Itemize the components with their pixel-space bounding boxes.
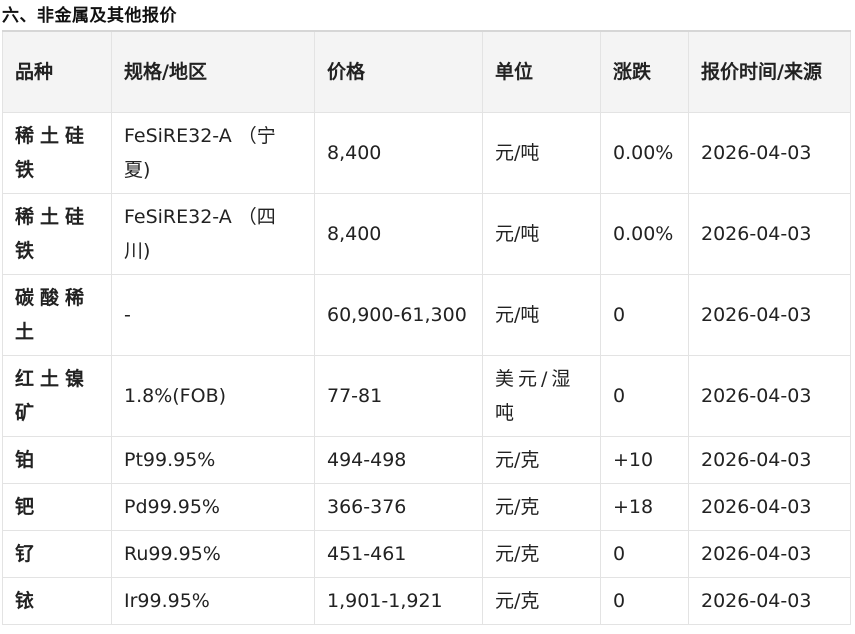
date-cell: 2026-04-03: [688, 355, 851, 437]
variety-cell: 红土镍矿: [2, 355, 112, 437]
variety-cell: 碳酸稀土: [2, 274, 112, 356]
table-row: 钌 Ru99.95% 451-461 元/克 0 2026-04-03: [2, 530, 851, 578]
change-cell: 0: [600, 274, 689, 356]
header-spec: 规格/地区: [111, 30, 315, 113]
header-price: 价格: [314, 30, 483, 113]
price-cell: 494-498: [314, 436, 483, 484]
change-cell: +18: [600, 483, 689, 531]
change-cell: 0.00%: [600, 193, 689, 275]
table-row: 碳酸稀土 - 60,900-61,300 元/吨 0 2026-04-03: [2, 274, 851, 356]
unit-cell: 元/吨: [482, 274, 601, 356]
spec-cell: FeSiRE32-A （四川): [111, 193, 315, 275]
unit-cell: 美元/湿吨: [482, 355, 601, 437]
date-cell: 2026-04-03: [688, 274, 851, 356]
table-row: 铱 Ir99.95% 1,901-1,921 元/克 0 2026-04-03: [2, 577, 851, 625]
price-cell: 60,900-61,300: [314, 274, 483, 356]
spec-cell: -: [111, 274, 315, 356]
spec-cell: Pt99.95%: [111, 436, 315, 484]
price-cell: 366-376: [314, 483, 483, 531]
date-cell: 2026-04-03: [688, 436, 851, 484]
price-cell: 77-81: [314, 355, 483, 437]
table-row: 红土镍矿 1.8%(FOB) 77-81 美元/湿吨 0 2026-04-03: [2, 355, 851, 437]
variety-cell: 钯: [2, 483, 112, 531]
table-row: 稀土硅铁 FeSiRE32-A （宁夏) 8,400 元/吨 0.00% 202…: [2, 112, 851, 194]
variety-cell: 铱: [2, 577, 112, 625]
unit-cell: 元/吨: [482, 112, 601, 194]
change-cell: 0: [600, 530, 689, 578]
variety-cell: 稀土硅铁: [2, 193, 112, 275]
spec-cell: 1.8%(FOB): [111, 355, 315, 437]
date-cell: 2026-04-03: [688, 483, 851, 531]
spec-cell: Ir99.95%: [111, 577, 315, 625]
header-change: 涨跌: [600, 30, 689, 113]
price-cell: 8,400: [314, 112, 483, 194]
price-cell: 1,901-1,921: [314, 577, 483, 625]
date-cell: 2026-04-03: [688, 193, 851, 275]
header-variety: 品种: [2, 30, 112, 113]
section-title: 六、非金属及其他报价: [2, 6, 177, 26]
header-unit: 单位: [482, 30, 601, 113]
unit-cell: 元/克: [482, 530, 601, 578]
date-cell: 2026-04-03: [688, 577, 851, 625]
unit-cell: 元/克: [482, 436, 601, 484]
spec-cell: FeSiRE32-A （宁夏): [111, 112, 315, 194]
change-cell: 0.00%: [600, 112, 689, 194]
price-cell: 451-461: [314, 530, 483, 578]
table-row: 稀土硅铁 FeSiRE32-A （四川) 8,400 元/吨 0.00% 202…: [2, 193, 851, 275]
table-row: 铂 Pt99.95% 494-498 元/克 +10 2026-04-03: [2, 436, 851, 484]
date-cell: 2026-04-03: [688, 530, 851, 578]
spec-cell: Pd99.95%: [111, 483, 315, 531]
change-cell: +10: [600, 436, 689, 484]
table-row: 钯 Pd99.95% 366-376 元/克 +18 2026-04-03: [2, 483, 851, 531]
date-cell: 2026-04-03: [688, 112, 851, 194]
variety-cell: 钌: [2, 530, 112, 578]
unit-cell: 元/克: [482, 577, 601, 625]
variety-cell: 稀土硅铁: [2, 112, 112, 194]
change-cell: 0: [600, 355, 689, 437]
change-cell: 0: [600, 577, 689, 625]
table-header-row: 品种 规格/地区 价格 单位 涨跌 报价时间/来源: [2, 30, 851, 113]
variety-cell: 铂: [2, 436, 112, 484]
spec-cell: Ru99.95%: [111, 530, 315, 578]
price-table: 品种 规格/地区 价格 单位 涨跌 报价时间/来源 稀土硅铁 FeSiRE32-…: [2, 30, 851, 625]
unit-cell: 元/克: [482, 483, 601, 531]
price-cell: 8,400: [314, 193, 483, 275]
header-source: 报价时间/来源: [688, 30, 851, 113]
unit-cell: 元/吨: [482, 193, 601, 275]
